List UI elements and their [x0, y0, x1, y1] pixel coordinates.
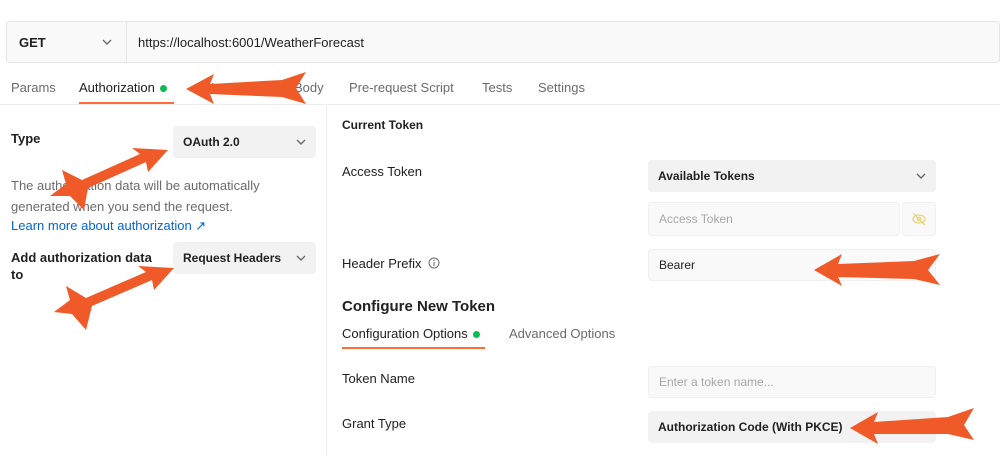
- arrow-icon-header-prefix: [814, 254, 940, 286]
- arrow-icon-type-select: [50, 148, 168, 210]
- arrow-icon-authorization: [186, 72, 306, 104]
- arrow-icon-add-auth-select: [54, 266, 174, 330]
- annotation-arrows: [50, 72, 974, 444]
- arrow-icon-grant-type: [850, 408, 974, 444]
